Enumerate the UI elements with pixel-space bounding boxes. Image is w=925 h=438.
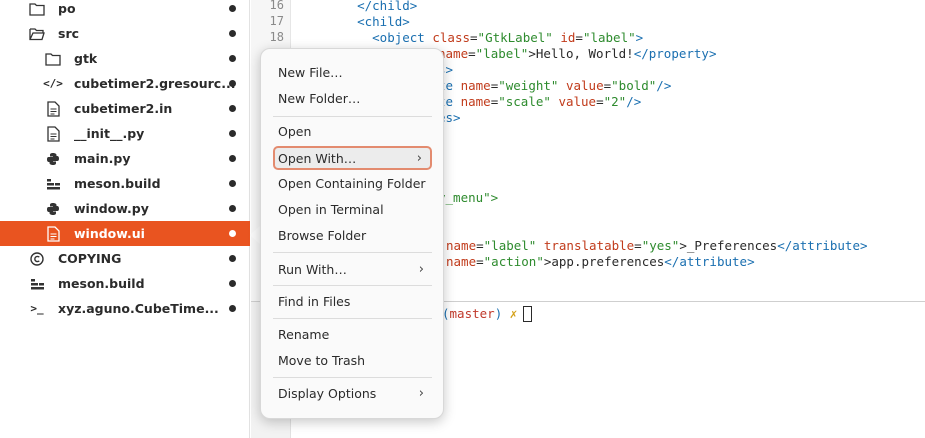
python-icon [45,151,61,167]
tree-item-copying[interactable]: COPYING [0,246,250,271]
menu-item-open-with[interactable]: Open With… › [273,146,432,170]
status-dot [229,105,236,112]
tree-item-meson-build-src[interactable]: meson.build [0,171,250,196]
terminal-cursor [523,306,533,322]
text-file-icon [45,225,61,242]
menu-item-move-to-trash[interactable]: Move to Trash [273,348,432,372]
status-dot [229,305,236,312]
code-line: te name="scale" value="2"/> [438,94,642,109]
code-line: y_menu"> [438,190,499,205]
menu-item-open-in-terminal[interactable]: Open in Terminal [273,197,432,221]
code-line: name="action">app.preferences</attribute… [446,254,755,269]
code-line: name="label">Hello, World!</property> [438,46,717,61]
status-dot [229,180,236,187]
code-line: te name="weight" value="bold"/> [438,78,672,93]
tree-item-window-py[interactable]: window.py [0,196,250,221]
line-number: 16 [269,0,284,12]
line-number: 17 [269,14,284,28]
status-dot [229,130,236,137]
chevron-right-icon: › [418,261,424,277]
code-line: <child> [357,14,410,29]
copyright-icon [29,251,45,267]
line-number: 18 [269,30,284,44]
text-file-icon [45,100,61,117]
tree-item-main-py[interactable]: main.py [0,146,250,171]
menu-separator [273,318,432,319]
menu-separator [273,252,432,253]
context-menu: New File… New Folder… Open Open With… › O… [260,48,444,419]
tree-item-init-py[interactable]: __init__.py [0,121,250,146]
tree-item-meson-build-root[interactable]: meson.build [0,271,250,296]
menu-item-new-folder[interactable]: New Folder… [273,86,432,110]
dirty-mark-icon: ✗ [509,306,518,321]
code-line: <object class="GtkLabel" id="label"> [372,30,644,45]
menu-separator [273,116,432,117]
menu-item-run-with[interactable]: Run With… › [273,257,432,281]
text-file-icon [45,125,61,142]
menu-item-find-in-files[interactable]: Find in Files [273,289,432,313]
code-line: name="label" translatable="yes">_Prefere… [446,238,868,253]
tree-item-src[interactable]: src [0,21,250,46]
folder-icon [29,1,45,17]
tree-item-gtk[interactable]: gtk [0,46,250,71]
menu-pointer [250,226,260,244]
chevron-right-icon: › [416,150,422,166]
status-dot [229,30,236,37]
file-sidebar: po src gtk </> cubetimer2.gresourc... cu… [0,0,250,438]
status-dot [229,255,236,262]
folder-icon [45,51,61,67]
menu-item-display-options[interactable]: Display Options › [273,381,432,405]
status-dot [229,155,236,162]
status-dot [229,80,236,87]
menu-item-rename[interactable]: Rename [273,322,432,346]
menu-item-open[interactable]: Open [273,119,432,143]
status-dot [229,230,236,237]
tree-item-window-ui[interactable]: window.ui [0,221,250,246]
tree-item-po[interactable]: po [0,0,250,21]
menu-item-browse-folder[interactable]: Browse Folder [273,223,432,247]
terminal-prompt: (master) ✗ [442,306,533,322]
menu-item-new-file[interactable]: New File… [273,60,432,84]
menu-separator [273,377,432,378]
chevron-right-icon: › [418,385,424,401]
menu-separator [273,285,432,286]
terminal-icon: >_ [30,302,44,315]
tree-item-cubetimer2-in[interactable]: cubetimer2.in [0,96,250,121]
build-icon [29,276,45,292]
tree-item-desktop-file[interactable]: >_ xyz.aguno.CubeTime... [0,296,250,321]
code-line: </child> [357,0,418,13]
status-dot [229,280,236,287]
menu-item-open-containing-folder[interactable]: Open Containing Folder [273,171,432,195]
python-icon [45,201,61,217]
build-icon [45,176,61,192]
status-dot [229,55,236,62]
code-icon: </> [43,77,63,90]
folder-open-icon [29,26,45,42]
status-dot [229,205,236,212]
tree-item-gresource[interactable]: </> cubetimer2.gresourc... [0,71,250,96]
status-dot [229,5,236,12]
